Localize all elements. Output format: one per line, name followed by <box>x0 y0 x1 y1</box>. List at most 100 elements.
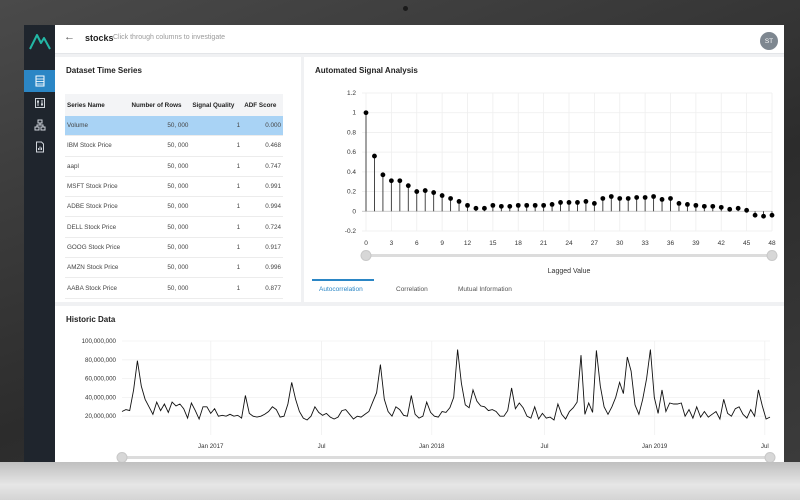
device-base <box>0 462 800 500</box>
table-header-row: Series Name Number of Rows Signal Qualit… <box>65 94 283 116</box>
signal-quality: 1 <box>190 196 243 218</box>
acf-point <box>515 202 521 208</box>
y-tick-label: 60,000,000 <box>85 376 117 383</box>
row-count: 50, 000 <box>129 277 191 299</box>
acf-point <box>482 205 487 211</box>
y-tick-label: 40,000,000 <box>85 394 117 401</box>
x-tick-label: 39 <box>692 240 700 247</box>
column-header[interactable]: Series Name <box>65 94 130 116</box>
table-row[interactable]: MSFT Stock Price 50, 000 1 0.991 <box>65 176 283 198</box>
analysis-tabs: Autocorrelation Correlation Mutual Infor… <box>304 279 784 299</box>
adf-score: 0.747 <box>242 156 283 177</box>
y-tick-label: -0.2 <box>345 228 357 235</box>
signal-analysis-panel: Automated Signal Analysis -0.2 0 0.2 0.4 0.6… <box>304 57 784 302</box>
table-row[interactable]: DELL Stock Price 50, 000 1 0.724 <box>65 216 283 238</box>
acf-point <box>701 203 707 209</box>
acf-point <box>659 197 665 202</box>
signal-quality: 1 <box>190 176 243 198</box>
acf-point <box>735 205 741 211</box>
acf-point <box>634 195 640 200</box>
x-tick-label: 36 <box>667 240 675 247</box>
slider-handle-left[interactable] <box>116 452 128 463</box>
table-row[interactable]: AMZN Stock Price 50, 000 1 0.996 <box>65 257 283 279</box>
slider-handle-right[interactable] <box>766 250 778 261</box>
column-header[interactable]: Number of Rows <box>129 94 191 116</box>
adf-score: 0.468 <box>242 135 283 157</box>
active-tab-indicator <box>312 279 374 281</box>
table-row[interactable]: aapl 50, 000 1 0.747 <box>65 156 283 177</box>
y-tick-label: 0 <box>352 208 356 215</box>
acf-point <box>372 153 377 159</box>
table-row[interactable]: Volume 50, 000 1 0.000 <box>65 116 283 137</box>
top-bar: ← stocks Click through columns to invest… <box>55 25 784 54</box>
row-count: 50, 000 <box>129 257 191 279</box>
adf-score: 0.996 <box>242 257 283 279</box>
x-tick-label: 27 <box>591 240 599 247</box>
x-tick-label: Jul <box>541 443 549 450</box>
table-row[interactable]: ADBE Stock Price 50, 000 1 0.994 <box>65 196 283 218</box>
table-row[interactable]: AABA Stock Price 50, 000 1 0.877 <box>65 277 283 299</box>
y-tick-label: 0.4 <box>347 169 356 176</box>
x-tick-label: 42 <box>718 240 726 247</box>
series-name: AABA Stock Price <box>65 277 130 299</box>
signal-analysis-title: Automated Signal Analysis <box>315 66 418 75</box>
tab-autocorrelation[interactable]: Autocorrelation <box>319 286 363 293</box>
adf-score: 0.917 <box>242 237 283 259</box>
acf-point <box>439 193 445 198</box>
nav-item-report[interactable] <box>24 136 55 158</box>
lag-range-slider[interactable] <box>366 254 772 257</box>
x-tick-label: 9 <box>440 240 444 247</box>
nav-item-table[interactable] <box>24 70 55 92</box>
y-tick-label: 1.2 <box>347 90 356 97</box>
acf-point <box>668 196 673 201</box>
date-range-slider[interactable] <box>122 456 770 459</box>
historic-data-panel: Historic Data 20,000,000 40,000,000 60,000… <box>55 306 784 462</box>
acf-point <box>625 196 631 201</box>
x-tick-label: 30 <box>616 240 624 247</box>
acf-point <box>422 188 428 193</box>
acf-point <box>465 202 470 208</box>
acf-point <box>490 202 496 208</box>
column-header[interactable]: Signal Quality <box>190 94 243 116</box>
acf-point <box>541 202 547 208</box>
series-name: AMZN Stock Price <box>65 257 130 279</box>
nav-item-hierarchy[interactable] <box>24 114 55 136</box>
adf-score: 0.991 <box>242 176 283 198</box>
x-tick-label: 3 <box>390 240 394 247</box>
column-header[interactable]: ADF Score <box>242 94 283 116</box>
adf-score: 0.724 <box>242 216 283 238</box>
y-tick-label: 20,000,000 <box>85 413 117 420</box>
y-tick-label: 80,000,000 <box>85 357 117 364</box>
series-name: Volume <box>65 116 130 137</box>
slider-handle-left[interactable] <box>360 250 372 261</box>
table-row[interactable]: IBM Stock Price 50, 000 1 0.468 <box>65 135 283 157</box>
arrow-left-icon[interactable]: ← <box>64 31 75 43</box>
app-screen: ← stocks Click through columns to invest… <box>24 25 784 462</box>
tab-mutual-information[interactable]: Mutual Information <box>458 286 512 293</box>
row-count: 50, 000 <box>129 116 191 137</box>
acf-point <box>558 200 563 205</box>
row-count: 50, 000 <box>129 135 191 157</box>
nav-item-sliders[interactable] <box>24 92 55 114</box>
acf-point <box>600 196 606 201</box>
x-tick-label: 18 <box>515 240 523 247</box>
acf-point <box>769 212 775 218</box>
mountain-logo-icon[interactable] <box>28 31 52 51</box>
avatar[interactable]: ST <box>760 32 778 50</box>
row-count: 50, 000 <box>129 156 191 177</box>
acf-point <box>651 194 656 199</box>
tab-correlation[interactable]: Correlation <box>396 286 428 293</box>
acf-point <box>507 203 513 209</box>
acf-point <box>456 199 462 204</box>
slider-handle-right[interactable] <box>764 452 776 463</box>
adf-score: 0.994 <box>242 196 283 218</box>
x-tick-label: 45 <box>743 240 751 247</box>
table-row[interactable]: GOOG Stock Price 50, 000 1 0.917 <box>65 237 283 259</box>
acf-point <box>744 207 750 213</box>
x-tick-label: 33 <box>642 240 650 247</box>
signal-quality: 1 <box>190 156 243 177</box>
adf-score: 0.877 <box>242 277 283 299</box>
acf-point <box>718 204 724 210</box>
row-count: 50, 000 <box>129 176 191 198</box>
adf-score: 0.000 <box>242 116 283 137</box>
